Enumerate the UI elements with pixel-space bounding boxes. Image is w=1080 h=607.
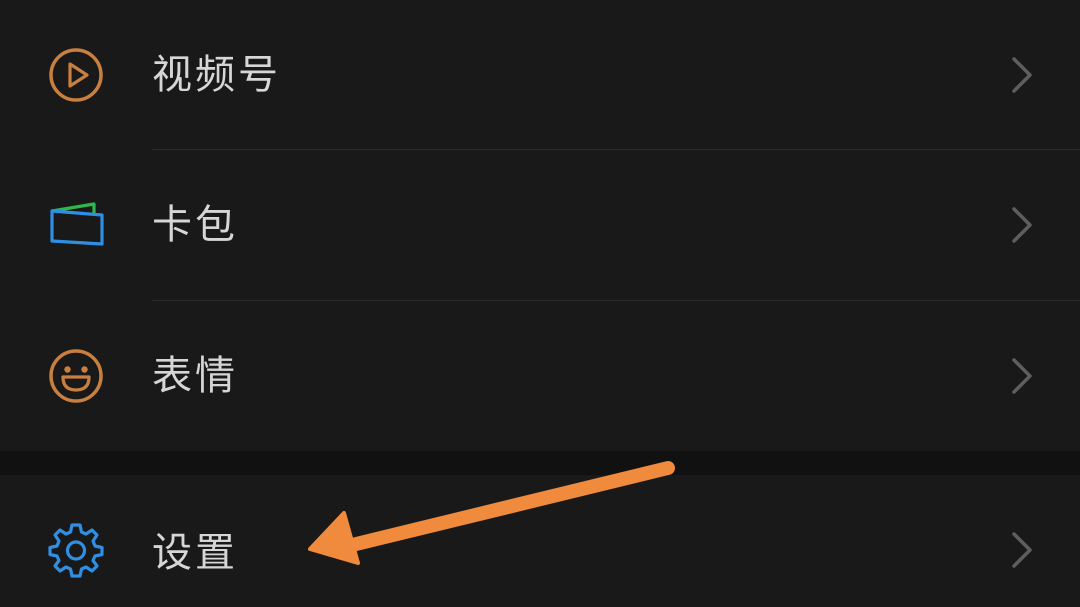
section-separator	[0, 451, 1080, 475]
menu-item-emoji[interactable]: 表情	[0, 301, 1080, 451]
menu-item-video-channel[interactable]: 视频号	[0, 0, 1080, 150]
menu-group-bottom: 设置	[0, 475, 1080, 607]
chevron-right-icon	[1012, 532, 1032, 568]
menu-item-label: 卡包	[152, 202, 238, 248]
chevron-right-icon	[1012, 207, 1032, 243]
chevron-right-icon	[1012, 57, 1032, 93]
menu-item-label: 设置	[152, 530, 238, 576]
emoji-smile-icon	[46, 346, 106, 406]
menu-item-settings[interactable]: 设置	[0, 475, 1080, 607]
chevron-right-icon	[1012, 358, 1032, 394]
settings-menu-screen: 视频号 卡包 表情 设置	[0, 0, 1080, 607]
card-wallet-icon	[46, 195, 106, 255]
menu-item-card-wallet[interactable]: 卡包	[0, 150, 1080, 300]
settings-gear-icon	[46, 520, 106, 580]
menu-group-top: 视频号 卡包 表情	[0, 0, 1080, 451]
menu-item-label: 表情	[152, 353, 238, 399]
menu-item-label: 视频号	[152, 52, 281, 98]
video-channel-icon	[46, 45, 106, 105]
